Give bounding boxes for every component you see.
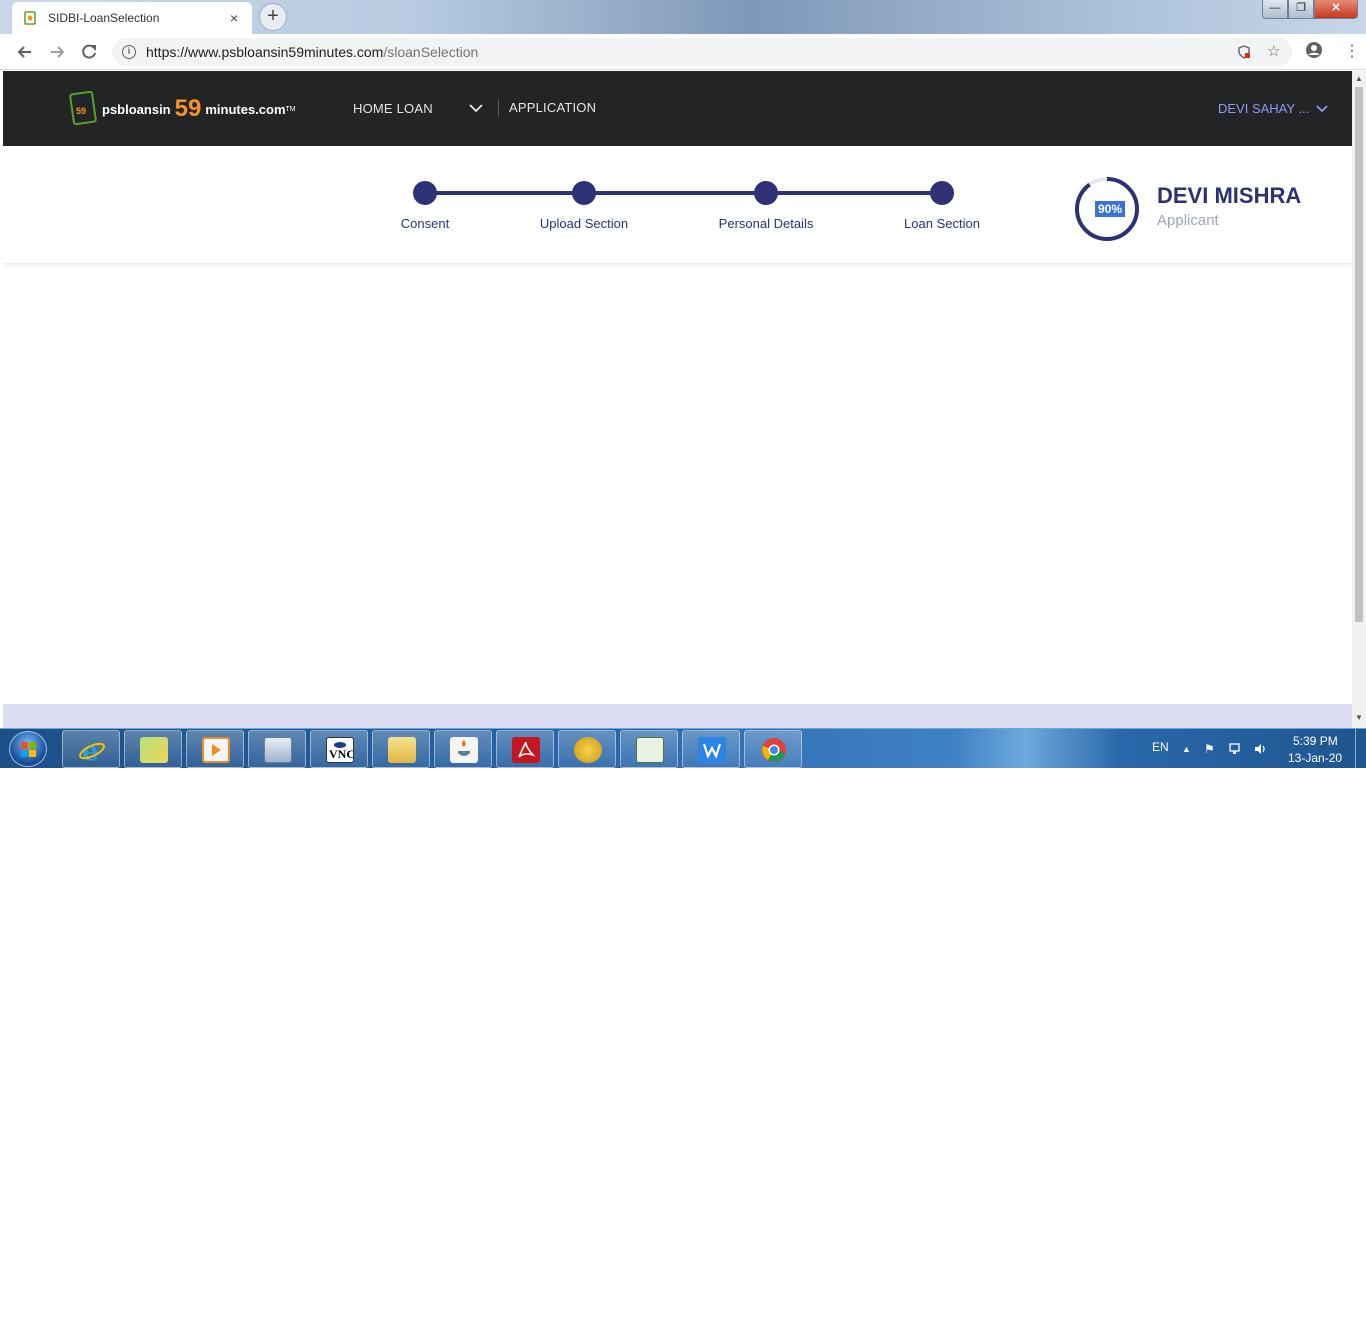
clock-date[interactable]: 13-Jan-20 (1288, 751, 1342, 765)
step-label-loan-section[interactable]: Loan Section (872, 216, 1012, 231)
maximize-window-button[interactable]: ❐ (1288, 0, 1314, 19)
forward-arrow-icon[interactable] (46, 41, 68, 63)
vnc-viewer-icon: VNC (326, 737, 355, 763)
psb-logo-icon: 59 (69, 91, 97, 126)
security-shield-icon (574, 737, 602, 763)
browser-tab[interactable]: SIDBI-LoanSelection × (12, 2, 252, 34)
taskbar-vnc-viewer[interactable]: VNC (310, 730, 368, 768)
windows-taskbar: e VNC EN ▲ ⚑ 5:39 PM 13-Jan-20 (0, 728, 1366, 769)
address-url: https://www.psbloansin59minutes.com/sloa… (146, 44, 478, 60)
blocked-content-icon[interactable] (1237, 38, 1251, 66)
file-manager-icon (388, 737, 416, 763)
progress-stepper-panel: Consent Upload Section Personal Details … (3, 146, 1352, 264)
show-desktop-button[interactable] (1355, 729, 1366, 769)
url-host: https://www.psbloansin59minutes.com (146, 44, 384, 60)
spreadsheet-icon (636, 737, 664, 763)
user-menu-name[interactable]: DEVI SAHAY ... (1218, 101, 1309, 116)
tab-title: SIDBI-LoanSelection (48, 11, 160, 25)
nav-divider (498, 99, 499, 117)
step-dot-consent[interactable] (413, 181, 437, 205)
step-dot-personal-details[interactable] (754, 181, 778, 205)
browser-menu-icon[interactable]: ⋮ (1344, 41, 1360, 61)
step-dot-upload-section[interactable] (572, 181, 596, 205)
language-indicator[interactable]: EN (1152, 740, 1169, 754)
taskbar-file-manager[interactable] (372, 730, 430, 768)
taskbar-media-player[interactable] (186, 730, 244, 768)
taskbar-internet-explorer[interactable]: e (62, 730, 120, 768)
footer-band (3, 704, 1352, 728)
close-window-button[interactable]: ✕ (1314, 0, 1358, 19)
taskbar-windows-explorer[interactable] (124, 730, 182, 768)
windows-logo-icon (21, 742, 36, 757)
taskbar-security-shield[interactable] (558, 730, 616, 768)
browser-titlebar: SIDBI-LoanSelection × + — ❐ ✕ (0, 0, 1366, 34)
tab-close-icon[interactable]: × (226, 10, 242, 26)
nav-home-loan[interactable]: HOME LOAN (353, 101, 433, 116)
network-icon[interactable] (1229, 742, 1243, 759)
windows-explorer-icon (140, 737, 168, 763)
site-info-icon[interactable]: i (122, 45, 136, 59)
logo-text-minutes: minutes.com (205, 101, 286, 117)
profile-completion-percent: 90% (1095, 201, 1125, 217)
scrollbar-thumb[interactable] (1355, 87, 1363, 622)
taskbar-wps-writer[interactable] (682, 730, 740, 768)
action-center-flag-icon[interactable]: ⚑ (1204, 742, 1215, 756)
minimize-window-button[interactable]: — (1262, 0, 1288, 19)
browser-window: SIDBI-LoanSelection × + — ❐ ✕ i https://… (0, 0, 1366, 769)
tray-expand-arrow-icon[interactable]: ▲ (1182, 744, 1191, 754)
applicant-role: Applicant (1157, 212, 1219, 229)
logo-trademark: TM (285, 105, 296, 113)
scroll-up-arrow-icon[interactable]: ▲ (1355, 74, 1363, 83)
taskbar-java[interactable] (434, 730, 492, 768)
site-header: 59 psbloansin 59 minutes.com TM HOME LOA… (3, 71, 1352, 146)
reload-icon[interactable] (78, 41, 100, 63)
clock-time[interactable]: 5:39 PM (1293, 734, 1338, 748)
svg-text:59: 59 (76, 106, 86, 116)
stepper-track (425, 191, 943, 195)
page-scrollbar[interactable]: ▲ ▼ (1352, 71, 1366, 728)
user-menu-chevron-icon[interactable] (1315, 101, 1329, 115)
step-dot-loan-section[interactable] (930, 181, 954, 205)
step-label-consent[interactable]: Consent (355, 216, 495, 231)
taskbar-calculator[interactable] (248, 730, 306, 768)
bookmark-star-icon[interactable]: ☆ (1267, 38, 1280, 66)
browser-toolbar: i https://www.psbloansin59minutes.com/sl… (0, 34, 1366, 70)
chrome-icon (760, 737, 788, 763)
media-player-icon (202, 737, 230, 763)
logo-text-59: 59 (174, 95, 202, 122)
scroll-down-arrow-icon[interactable]: ▼ (1355, 713, 1363, 722)
wps-writer-icon (698, 737, 726, 763)
step-label-personal-details[interactable]: Personal Details (696, 216, 836, 231)
back-arrow-icon[interactable] (14, 41, 36, 63)
internet-explorer-icon: e (78, 737, 106, 767)
start-button[interactable] (9, 731, 47, 767)
taskbar-acrobat-reader[interactable] (496, 730, 554, 768)
acrobat-reader-icon (512, 737, 540, 763)
logo-text-psbloansin: psbloansin (102, 101, 171, 117)
window-controls: — ❐ ✕ (1262, 0, 1358, 19)
step-label-upload-section[interactable]: Upload Section (514, 216, 654, 231)
url-path: /sloanSelection (383, 44, 479, 60)
profile-avatar-icon[interactable] (1305, 41, 1323, 64)
nav-application[interactable]: APPLICATION (509, 100, 596, 115)
taskbar-spreadsheet[interactable] (620, 730, 678, 768)
site-favicon-icon (24, 11, 36, 25)
page-viewport: 59 psbloansin 59 minutes.com TM HOME LOA… (3, 71, 1352, 728)
taskbar-chrome[interactable] (744, 730, 802, 768)
address-bar[interactable]: i https://www.psbloansin59minutes.com/sl… (112, 38, 1292, 66)
new-tab-button[interactable]: + (259, 3, 287, 31)
volume-speaker-icon[interactable] (1253, 742, 1267, 759)
java-icon (450, 737, 478, 763)
calculator-icon (264, 737, 292, 763)
applicant-name: DEVI MISHRA (1157, 183, 1302, 208)
site-logo[interactable]: 59 psbloansin 59 minutes.com TM (68, 91, 296, 127)
chevron-down-icon[interactable] (468, 100, 484, 116)
svg-text:VNC: VNC (329, 747, 353, 761)
